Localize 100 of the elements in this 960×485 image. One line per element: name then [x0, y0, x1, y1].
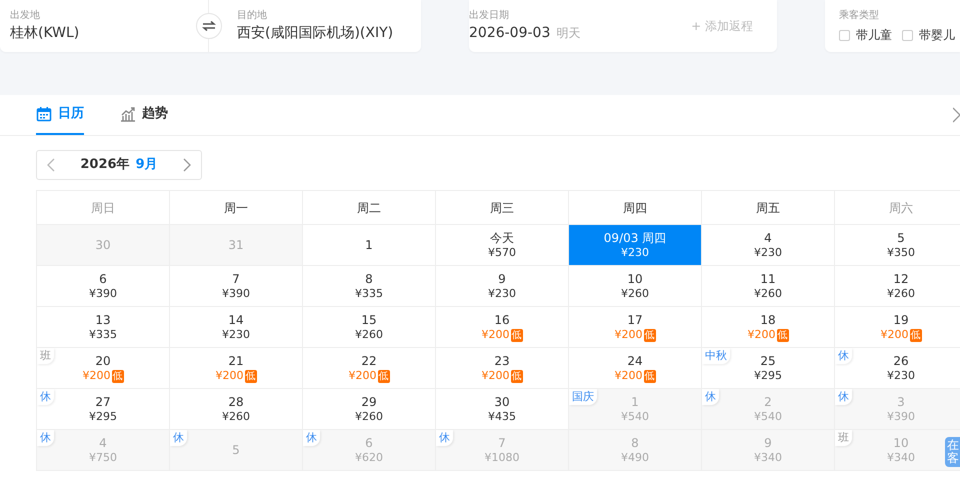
price-label: ¥230	[488, 287, 516, 301]
calendar-day-cell[interactable]: 14 ¥230	[170, 307, 303, 348]
day-number: 今天	[490, 230, 514, 246]
price-label: ¥230	[222, 328, 250, 342]
day-number: 4	[764, 230, 772, 246]
price-label: ¥200	[614, 328, 642, 342]
holiday-tag: 休	[170, 430, 187, 446]
swap-arrows-icon	[202, 21, 216, 31]
calendar-day-cell[interactable]: 18 ¥200 低	[702, 307, 835, 348]
day-number: 2	[764, 394, 772, 410]
next-month-icon[interactable]	[182, 158, 191, 172]
calendar-day-cell[interactable]: 17 ¥200 低	[569, 307, 702, 348]
calendar-day-cell[interactable]: 24 ¥200 低	[569, 348, 702, 389]
calendar-day-cell[interactable]: 11 ¥260	[702, 266, 835, 307]
day-number: 7	[232, 271, 240, 287]
holiday-tag: 休	[835, 389, 852, 405]
price-label: ¥200	[482, 328, 510, 342]
low-price-badge: 低	[644, 370, 656, 382]
day-number: 23	[494, 353, 510, 369]
calendar-day-cell[interactable]: 22 ¥200 低	[303, 348, 436, 389]
calendar-day-cell[interactable]: 23 ¥200 低	[436, 348, 569, 389]
previous-month-icon[interactable]	[47, 158, 55, 172]
calendar-day-cell[interactable]: 09/03 周四 ¥230	[569, 225, 702, 266]
calendar-day-cell[interactable]: 4 ¥230	[702, 225, 835, 266]
calendar-day-cell[interactable]: 7 ¥390	[170, 266, 303, 307]
price-label: ¥350	[887, 246, 915, 260]
holiday-tag: 班	[37, 348, 54, 364]
calendar-day-cell[interactable]: 10 ¥260	[569, 266, 702, 307]
view-tab[interactable]: 日历	[36, 95, 84, 135]
day-number: 9	[764, 435, 772, 451]
field-label: 出发日期	[469, 9, 510, 23]
calendar-day-cell[interactable]: 15 ¥260	[303, 307, 436, 348]
holiday-tag: 休	[37, 389, 54, 405]
day-number: 26	[893, 353, 909, 369]
price-label: ¥340	[754, 451, 782, 465]
day-number: 17	[627, 312, 643, 328]
price-label: ¥295	[89, 410, 117, 424]
swap-button[interactable]	[196, 13, 222, 39]
passenger-checkbox[interactable]: 带婴儿	[902, 26, 955, 44]
day-number: 4	[99, 435, 107, 451]
destination-field[interactable]: 西安(咸阳国际机场)(XIY)	[237, 23, 421, 43]
field-label: 出发地	[10, 9, 41, 23]
price-label: ¥750	[89, 451, 117, 465]
day-number: 9	[498, 271, 506, 287]
day-number: 18	[760, 312, 776, 328]
price-label: ¥200	[748, 328, 776, 342]
day-number: 1	[631, 394, 639, 410]
calendar-day-cell[interactable]: 13 ¥335	[37, 307, 170, 348]
day-number: 12	[893, 271, 909, 287]
year-label: 2026年	[80, 156, 130, 174]
calendar-day-cell[interactable]: 9 ¥230	[436, 266, 569, 307]
price-label: ¥200	[348, 369, 376, 383]
low-price-badge: 低	[510, 370, 522, 382]
holiday-tag: 中秋	[702, 348, 730, 364]
calendar-day-cell[interactable]: 6 ¥390	[37, 266, 170, 307]
calendar-day-cell[interactable]: 今天 ¥570	[436, 225, 569, 266]
price-label: ¥390	[89, 287, 117, 301]
calendar-day-cell[interactable]: 29 ¥260	[303, 389, 436, 430]
price-label: ¥260	[355, 410, 383, 424]
calendar-day-cell[interactable]: 班 20 ¥200 低	[37, 348, 170, 389]
day-number: 20	[95, 353, 111, 369]
day-number: 25	[760, 353, 776, 369]
day-number: 15	[361, 312, 377, 328]
origin-field[interactable]: 桂林(KWL)	[10, 23, 80, 43]
holiday-tag: 休	[303, 430, 320, 446]
calendar-day-cell[interactable]: 8 ¥335	[303, 266, 436, 307]
day-number: 11	[760, 271, 776, 287]
date-hint: 明天	[556, 25, 580, 42]
price-label: ¥200	[614, 369, 642, 383]
departure-date-field[interactable]: 2026-09-03	[469, 23, 550, 43]
calendar-day-cell[interactable]: 休 26 ¥230	[835, 348, 960, 389]
close-icon[interactable]	[953, 107, 960, 123]
day-number: 13	[95, 312, 111, 328]
day-number: 5	[897, 230, 905, 246]
calendar-icon	[36, 106, 52, 122]
passenger-checkbox[interactable]: 带儿童	[839, 26, 892, 44]
price-label: ¥340	[887, 451, 915, 465]
checkbox[interactable]	[902, 30, 913, 40]
day-number: 30	[494, 394, 510, 410]
day-number: 5	[232, 442, 240, 458]
price-label: ¥230	[754, 246, 782, 260]
month-label: 9月	[136, 156, 158, 174]
calendar-day-cell[interactable]: 16 ¥200 低	[436, 307, 569, 348]
holiday-tag: 休	[835, 348, 852, 364]
holiday-tag: 休	[37, 430, 54, 446]
price-label: ¥540	[754, 410, 782, 424]
low-price-badge: 低	[112, 370, 124, 382]
price-label: ¥490	[621, 451, 649, 465]
low-price-badge: 低	[910, 328, 922, 342]
calendar-day-cell[interactable]: 28 ¥260	[170, 389, 303, 430]
view-tab[interactable]: 趋势	[120, 95, 168, 135]
price-label: ¥390	[222, 287, 250, 301]
calendar-day-cell[interactable]: 30 ¥435	[436, 389, 569, 430]
calendar-day-cell[interactable]: 中秋 25 ¥295	[702, 348, 835, 389]
low-price-badge: 低	[644, 328, 656, 342]
calendar-day-cell[interactable]: 21 ¥200 低	[170, 348, 303, 389]
checkbox[interactable]	[839, 30, 850, 40]
price-label: ¥335	[355, 287, 383, 301]
calendar-day-cell[interactable]: 1	[303, 225, 436, 266]
calendar-day-cell[interactable]: 休 27 ¥295	[37, 389, 170, 430]
